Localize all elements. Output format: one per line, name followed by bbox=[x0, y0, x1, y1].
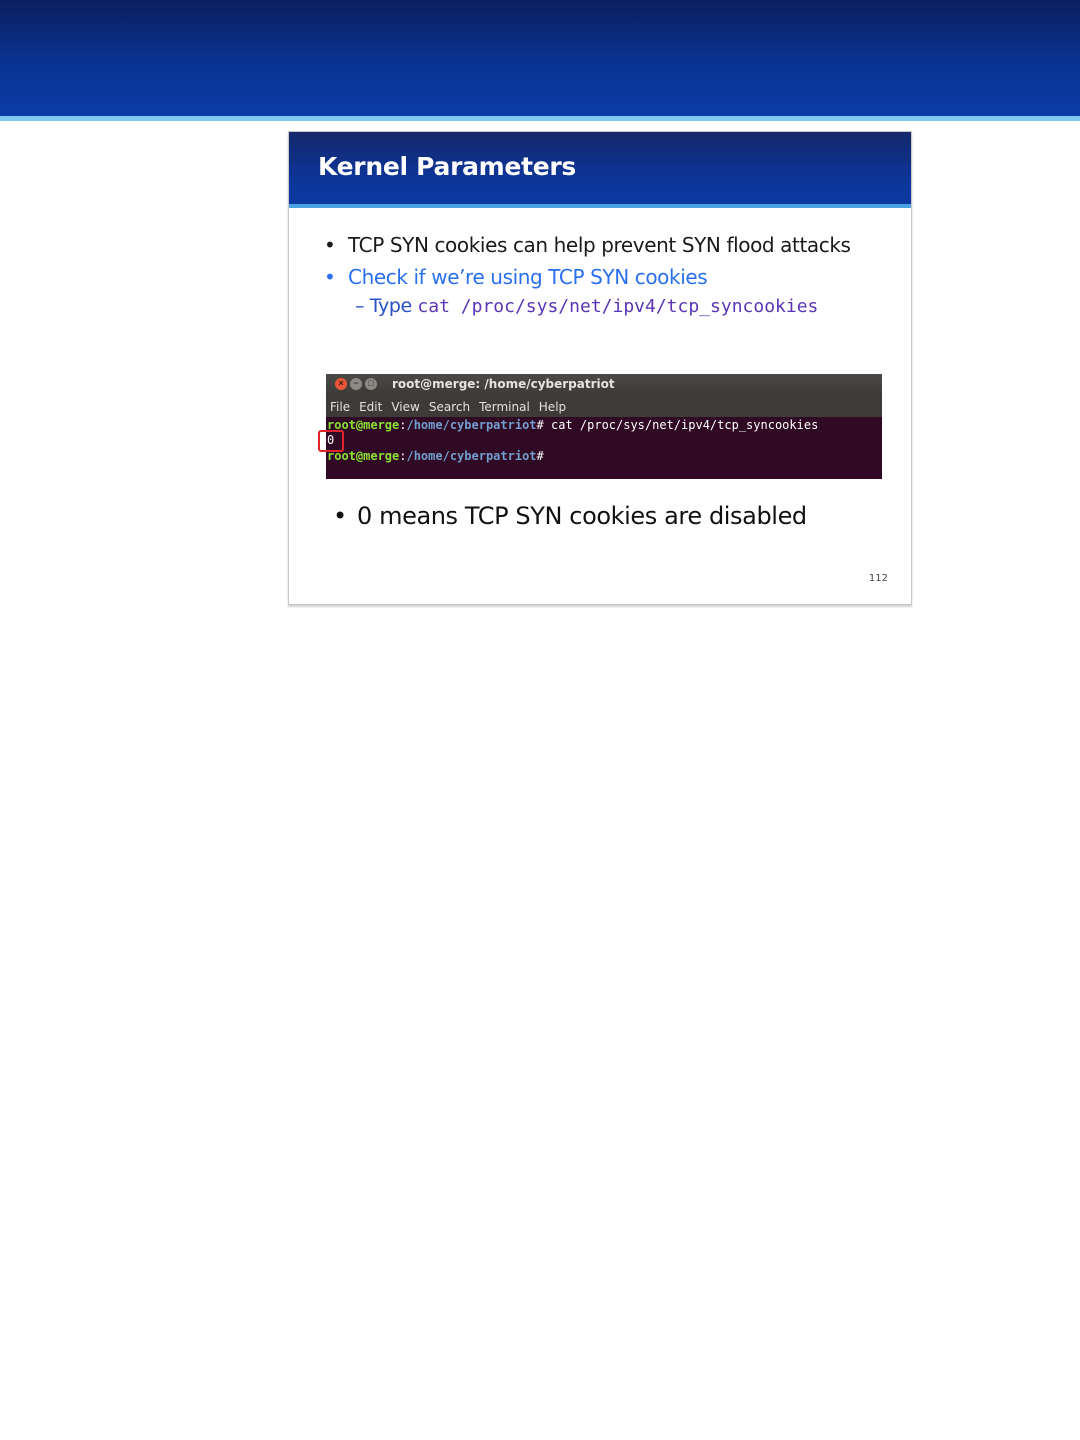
bullet-check-cookies: • Check if we’re using TCP SYN cookies bbox=[324, 265, 708, 289]
bullet-text: Check if we’re using TCP SYN cookies bbox=[348, 265, 708, 289]
maximize-icon: □ bbox=[365, 378, 377, 390]
terminal-menu-bar: File Edit View Search Terminal Help bbox=[326, 396, 882, 417]
terminal-screenshot: × − □ root@merge: /home/cyberpatriot Fil… bbox=[326, 374, 882, 479]
terminal-line-command: root@merge:/home/cyberpatriot# cat /proc… bbox=[327, 418, 819, 432]
sub-bullet-command: cat /proc/sys/net/ipv4/tcp_syncookies bbox=[417, 296, 819, 317]
menu-search: Search bbox=[428, 400, 471, 414]
terminal-title-bar: × − □ root@merge: /home/cyberpatriot bbox=[326, 374, 882, 396]
menu-view: View bbox=[391, 400, 420, 414]
bullet-dot-icon: • bbox=[324, 233, 336, 257]
bullet-text: 0 means TCP SYN cookies are disabled bbox=[357, 502, 807, 530]
bullet-dot-icon: • bbox=[324, 265, 336, 289]
page-header-band bbox=[0, 0, 1080, 116]
sub-bullet-prefix: – Type bbox=[355, 295, 412, 317]
page-header-rule bbox=[0, 116, 1080, 121]
bullet-text: TCP SYN cookies can help prevent SYN flo… bbox=[348, 233, 851, 257]
slide-title-bar: Kernel Parameters bbox=[289, 132, 911, 204]
sub-bullet-type-command: – Type cat /proc/sys/net/ipv4/tcp_syncoo… bbox=[355, 295, 818, 317]
minimize-icon: − bbox=[350, 378, 362, 390]
terminal-line-prompt: root@merge:/home/cyberpatriot# bbox=[327, 449, 544, 463]
slide-page-number: 112 bbox=[868, 573, 888, 584]
menu-edit: Edit bbox=[359, 400, 383, 414]
menu-terminal: Terminal bbox=[479, 400, 530, 414]
menu-help: Help bbox=[538, 400, 567, 414]
terminal-window-title: root@merge: /home/cyberpatriot bbox=[392, 377, 615, 391]
output-highlight-box bbox=[318, 430, 344, 452]
bullet-dot-icon: • bbox=[333, 502, 347, 530]
bullet-syn-cookies: • TCP SYN cookies can help prevent SYN fl… bbox=[324, 233, 851, 257]
slide: Kernel Parameters • TCP SYN cookies can h… bbox=[288, 131, 912, 605]
slide-title-rule bbox=[289, 204, 911, 208]
close-icon: × bbox=[335, 378, 347, 390]
menu-file: File bbox=[330, 400, 351, 414]
bullet-conclusion: • 0 means TCP SYN cookies are disabled bbox=[333, 502, 807, 530]
slide-title: Kernel Parameters bbox=[318, 152, 576, 181]
